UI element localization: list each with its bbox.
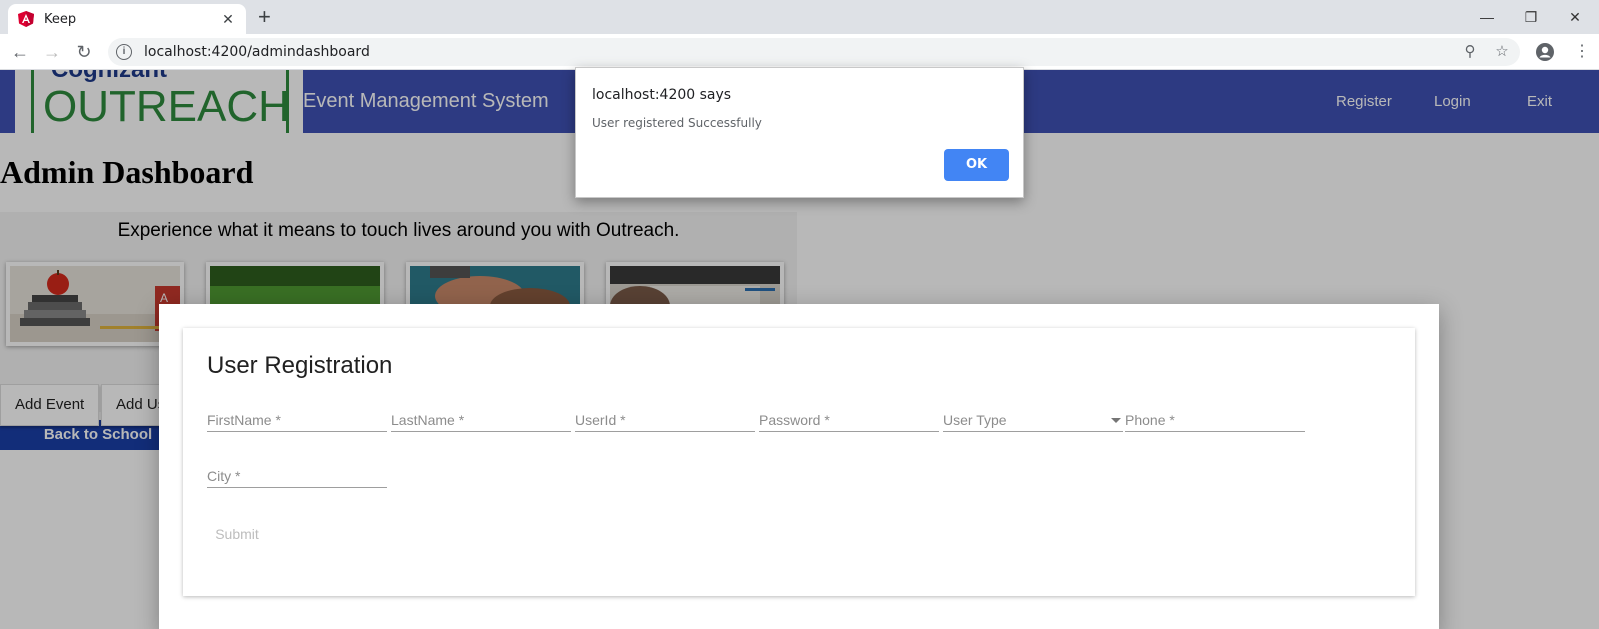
alert-message: User registered Successfully bbox=[592, 116, 762, 130]
minimize-icon[interactable]: — bbox=[1464, 6, 1510, 28]
browser-toolbar: ← → ↻ i localhost:4200/admindashboard ⚲ … bbox=[0, 34, 1599, 70]
close-tab-icon[interactable]: ✕ bbox=[220, 11, 236, 28]
window-close-icon[interactable]: ✕ bbox=[1552, 6, 1598, 28]
restore-icon[interactable]: ❐ bbox=[1508, 6, 1554, 28]
angular-favicon bbox=[18, 11, 34, 27]
ok-button[interactable]: OK bbox=[944, 149, 1009, 181]
reload-icon[interactable]: ↻ bbox=[72, 40, 96, 64]
back-icon[interactable]: ← bbox=[8, 40, 32, 64]
key-icon[interactable]: ⚲ bbox=[1458, 38, 1482, 66]
usertype-placeholder: User Type bbox=[943, 412, 1007, 428]
dropdown-arrow-icon[interactable] bbox=[1111, 418, 1121, 423]
submit-button[interactable]: Submit bbox=[207, 522, 267, 546]
address-bar[interactable]: i localhost:4200/admindashboard ⚲ ☆ bbox=[108, 38, 1520, 66]
browser-tabstrip: Keep ✕ + — ❐ ✕ bbox=[0, 0, 1599, 34]
menu-icon[interactable]: ⋮ bbox=[1570, 40, 1594, 64]
alert-title: localhost:4200 says bbox=[592, 87, 732, 103]
lastname-field[interactable]: LastName * bbox=[391, 406, 571, 432]
site-info-icon[interactable]: i bbox=[116, 44, 132, 60]
userid-placeholder: UserId * bbox=[575, 412, 626, 428]
browser-tab[interactable]: Keep ✕ bbox=[8, 4, 246, 34]
city-field[interactable]: City * bbox=[207, 462, 387, 488]
registration-form-card: User Registration FirstName * LastName *… bbox=[183, 328, 1415, 596]
alert-dialog: localhost:4200 says User registered Succ… bbox=[575, 67, 1024, 198]
registration-dialog: User Registration FirstName * LastName *… bbox=[159, 304, 1439, 629]
password-field[interactable]: Password * bbox=[759, 406, 939, 432]
tab-title: Keep bbox=[44, 11, 77, 27]
firstname-field[interactable]: FirstName * bbox=[207, 406, 387, 432]
phone-field[interactable]: Phone * bbox=[1125, 406, 1305, 432]
lastname-placeholder: LastName * bbox=[391, 412, 465, 428]
usertype-select[interactable]: User Type bbox=[943, 406, 1123, 432]
forward-icon[interactable]: → bbox=[40, 40, 64, 64]
firstname-placeholder: FirstName * bbox=[207, 412, 281, 428]
star-icon[interactable]: ☆ bbox=[1490, 38, 1514, 66]
phone-placeholder: Phone * bbox=[1125, 412, 1175, 428]
new-tab-icon[interactable]: + bbox=[258, 6, 271, 28]
city-placeholder: City * bbox=[207, 468, 241, 484]
form-title: User Registration bbox=[207, 352, 393, 379]
password-placeholder: Password * bbox=[759, 412, 830, 428]
url-text: localhost:4200/admindashboard bbox=[144, 44, 370, 60]
userid-field[interactable]: UserId * bbox=[575, 406, 755, 432]
account-icon[interactable] bbox=[1535, 42, 1555, 62]
